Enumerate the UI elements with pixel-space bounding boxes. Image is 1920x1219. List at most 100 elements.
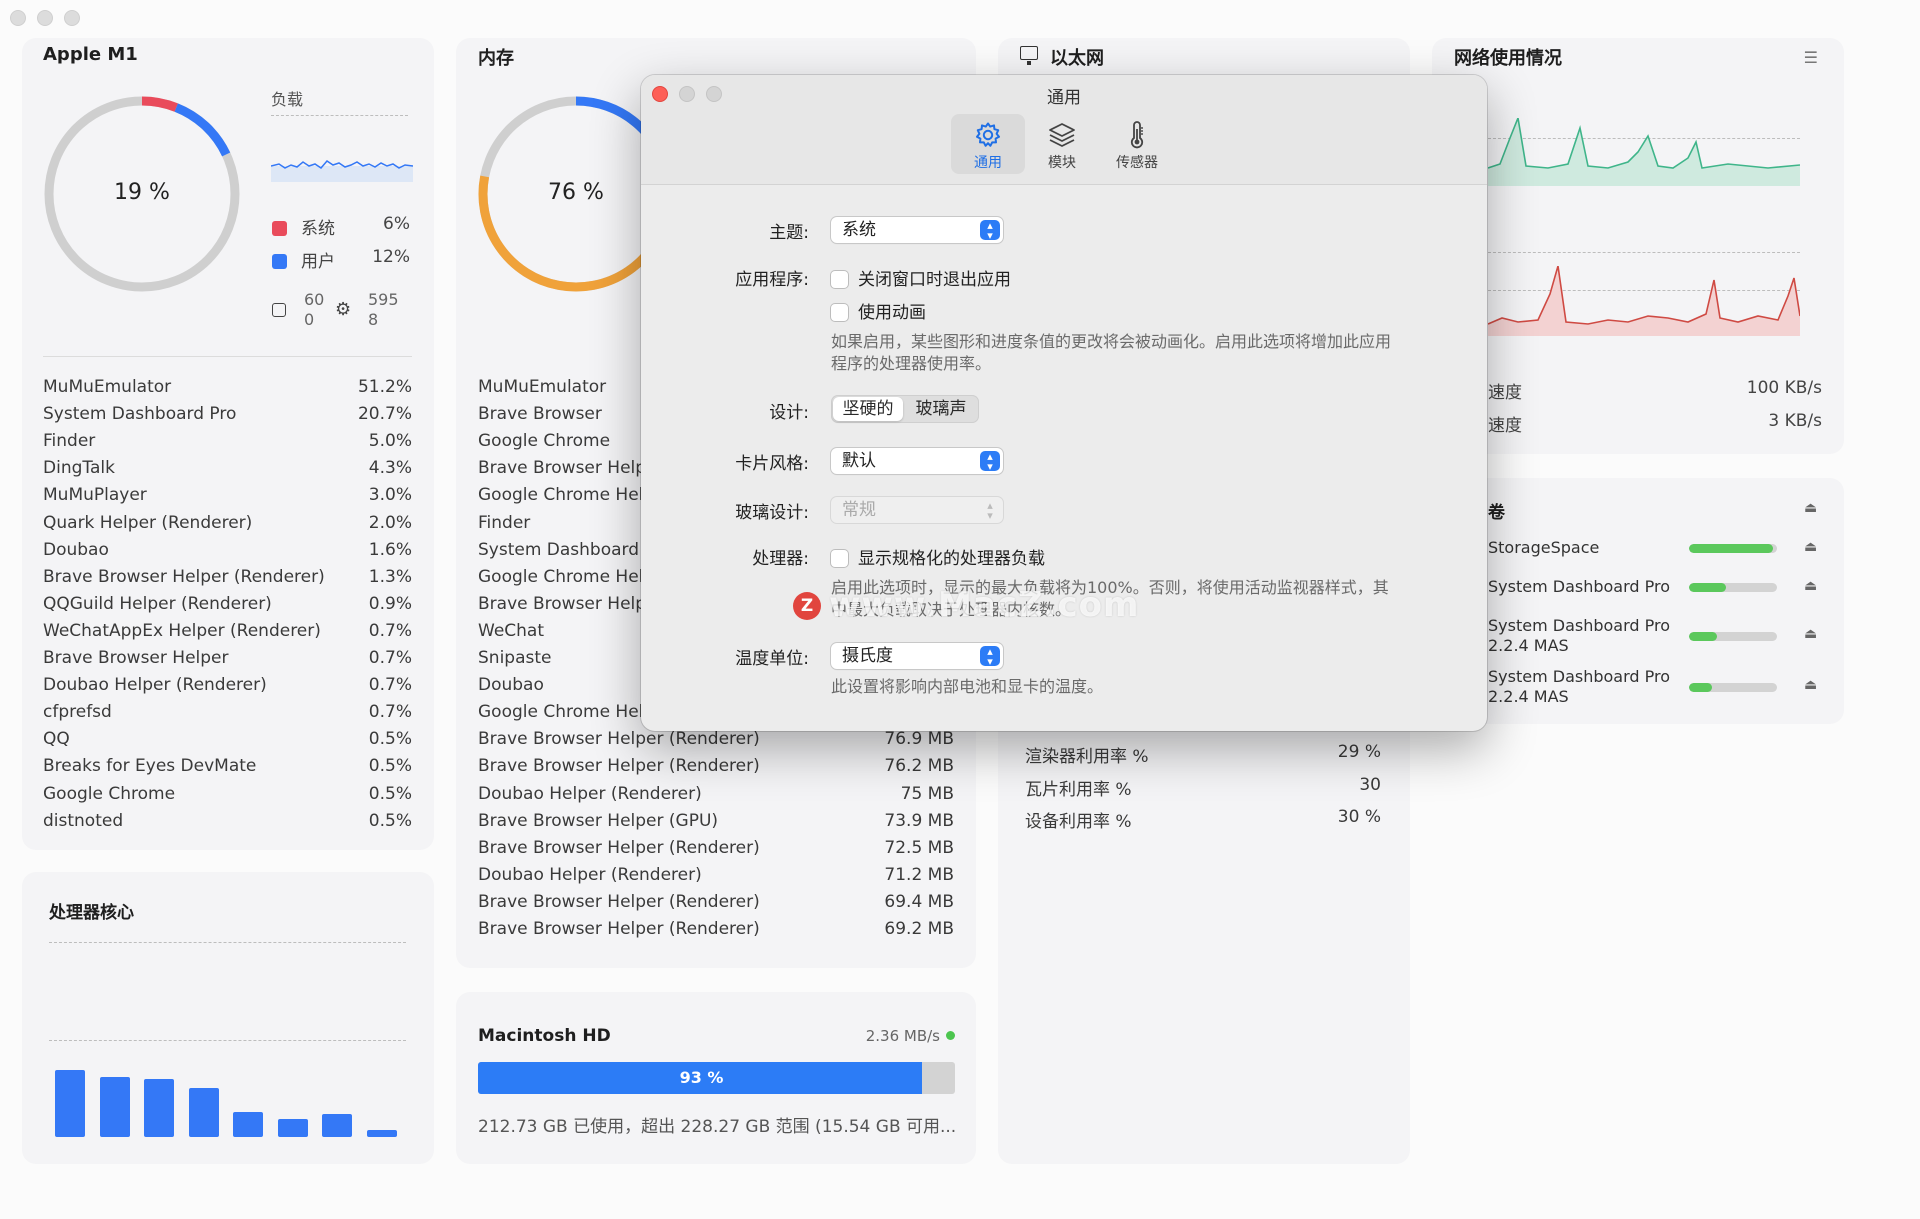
gpu-stat-row-name: 瓦片利用率 % [1025,779,1132,800]
volume-row: System Dashboard Pro ⏏ [1488,577,1828,617]
cpu-process-list[interactable]: MuMuEmulator 51.2% System Dashboard Pro 20.… [43,377,412,833]
volume-name: System Dashboard Pro 2.2.4 MAS [1488,616,1671,655]
cpu-process-row-name: Doubao [43,539,109,560]
design-label: 设计: [769,403,809,423]
card-style-select[interactable]: 默认 ▴ ▾ [831,448,1003,474]
memory-process-row-name: Google Chrome [478,431,611,452]
cpu-process-row-value: 20.7% [357,404,412,425]
cpu-process-row[interactable]: distnoted 0.5% [43,811,412,833]
tab-general[interactable]: 通用 [951,114,1025,174]
cpu-process-row-value: 0.5% [368,810,412,831]
cpu-process-row[interactable]: cfprefsd 0.7% [43,702,412,729]
animation-hint: 如果启用，某些图形和进度条值的更改将会被动画化。启用此选项将增加此应用程序的处理… [831,332,1392,373]
memory-process-row[interactable]: Brave Browser Helper (Renderer) 76.9 MB [478,729,954,756]
eject-icon[interactable]: ⏏ [1804,578,1817,594]
cpu-process-row-value: 2.0% [368,512,412,533]
tab-sensors[interactable]: 传感器 [1100,114,1174,174]
cpu-process-row-name: MuMuEmulator [43,377,172,397]
core-bar [144,1079,174,1137]
core-bar [99,1077,130,1137]
cpu-process-row-value: 0.5% [368,729,412,750]
design-option-solid[interactable]: 坚硬的 [833,397,903,421]
memory-process-row-name: Doubao Helper (Renderer) [478,864,702,885]
memory-process-row[interactable]: Brave Browser Helper (Renderer) 76.2 MB [478,756,954,783]
cpu-process-row[interactable]: MuMuEmulator 51.2% [43,377,412,404]
window-close-button[interactable] [10,10,26,26]
temp-unit-select[interactable]: 摄氏度 ▴ ▾ [831,643,1003,669]
gpu-stat-row: 渲染器利用率 % 29 % [1025,742,1381,769]
cpu-process-row[interactable]: Doubao Helper (Renderer) 0.7% [43,675,412,702]
memory-process-row-name: Snipaste [478,648,552,668]
memory-process-row[interactable]: Brave Browser Helper (Renderer) 69.4 MB [478,892,954,919]
cpu-process-row-value: 0.5% [368,756,412,777]
cpu-process-row[interactable]: MuMuPlayer 3.0% [43,485,412,512]
eject-all-icon[interactable]: ⏏ [1804,500,1817,516]
window-zoom-button[interactable] [64,10,80,26]
cpu-process-row[interactable]: DingTalk 4.3% [43,458,412,485]
core-bar [277,1119,308,1137]
theme-select[interactable]: 系统 ▴ ▾ [831,217,1003,243]
cpu-process-row[interactable]: Breaks for Eyes DevMate 0.5% [43,756,412,783]
memory-process-row-name: Brave Browser Helper (GPU) [478,810,719,831]
cpu-process-row-name: DingTalk [43,458,115,479]
net-upload-graph [1488,266,1800,336]
cpu-process-row[interactable]: QQ 0.5% [43,729,412,756]
volume-usage-bar [1689,632,1777,641]
cpu-process-row-name: MuMuPlayer [43,485,147,506]
tab-modules[interactable]: 模块 [1025,114,1099,174]
cpu-process-row[interactable]: System Dashboard Pro 20.7% [43,404,412,431]
use-animation-checkbox[interactable]: 使用动画 [831,298,926,323]
quit-on-close-checkbox[interactable]: 关闭窗口时退出应用 [831,265,1011,290]
layers-icon [1049,123,1075,147]
net-download-graph [1488,118,1800,186]
memory-process-row[interactable]: Brave Browser Helper (Renderer) 72.5 MB [478,838,954,865]
memory-process-row[interactable]: Brave Browser Helper (Renderer) 69.2 MB [478,919,954,946]
gpu-stat-row-value: 29 % [1337,742,1381,762]
memory-process-row[interactable]: Brave Browser Helper (GPU) 73.9 MB [478,811,954,838]
memory-process-row-name: Brave Browser Helper (Renderer) [478,729,760,750]
cpu-process-row[interactable]: Quark Helper (Renderer) 2.0% [43,513,412,540]
memory-process-row-name: Brave Browser Helper (Renderer) [478,837,760,858]
volume-usage-fill [1689,632,1718,641]
cpu-process-row[interactable]: WeChatAppEx Helper (Renderer) 0.7% [43,621,412,648]
cpu-process-row[interactable]: Finder 5.0% [43,431,412,458]
chevron-updown-icon: ▴ ▾ [980,220,1000,241]
memory-process-row-value: 76.9 MB [884,729,954,750]
processor-label: 处理器: [752,549,809,569]
design-option-glass[interactable]: 玻璃声 [905,397,977,421]
temp-unit-select-value: 摄氏度 [842,646,893,666]
cpu-process-row[interactable]: Brave Browser Helper 0.7% [43,648,412,675]
cpu-card: Apple M1 19 % 负载 系统 6% 用户 12% 60 0 ⚙ 595 8… [22,38,434,850]
disk-card: Macintosh HD 2.36 MB/s 93 % 212.73 GB 已使… [456,992,976,1164]
window-minimize-button[interactable] [37,10,53,26]
memory-process-row-name: Brave Browser Helper (Renderer) [478,891,760,912]
cores-gridline-top [49,942,406,943]
memory-process-row[interactable]: Doubao Helper (Renderer) 75 MB [478,784,954,811]
memory-process-row-name: Brave Browser Helper [478,593,664,614]
cpu-process-row[interactable]: Google Chrome 0.5% [43,784,412,811]
memory-process-row[interactable]: Doubao Helper (Renderer) 71.2 MB [478,865,954,892]
cpu-process-row-name: System Dashboard Pro [43,404,237,425]
cpu-process-row-value: 0.5% [368,783,412,804]
eject-icon[interactable]: ⏏ [1804,677,1817,693]
menu-icon[interactable]: ☰ [1804,48,1818,67]
design-segmented-control[interactable]: 坚硬的 玻璃声 [831,395,979,423]
normalized-load-label: 显示规格化的处理器负载 [858,549,1045,569]
core-bar [233,1112,263,1137]
eject-icon[interactable]: ⏏ [1804,539,1817,555]
cpu-process-row[interactable]: Doubao 1.6% [43,540,412,567]
card-style-select-value: 默认 [842,451,876,471]
cpu-process-row[interactable]: Brave Browser Helper (Renderer) 1.3% [43,567,412,594]
cpu-process-row-value: 0.7% [368,620,412,641]
normalized-load-checkbox[interactable]: 显示规格化的处理器负载 [831,544,1045,569]
volumes-card: 卷 ⏏ StorageSpace ⏏ System Dashboard Pro ⏏ Sy… [1432,478,1844,724]
legend-system: 系统 6% [272,214,410,239]
cpu-process-row[interactable]: QQGuild Helper (Renderer) 0.9% [43,594,412,621]
disk-title: Macintosh HD [478,1026,611,1046]
cores-bar-chart [55,1040,415,1137]
memory-process-row-name: Brave Browser Helper (Renderer) [478,756,760,777]
card-style-label: 卡片风格: [735,454,809,474]
cpu-process-row-name: Brave Browser Helper (Renderer) [43,566,325,587]
core-bar [322,1114,352,1137]
eject-icon[interactable]: ⏏ [1804,626,1817,642]
